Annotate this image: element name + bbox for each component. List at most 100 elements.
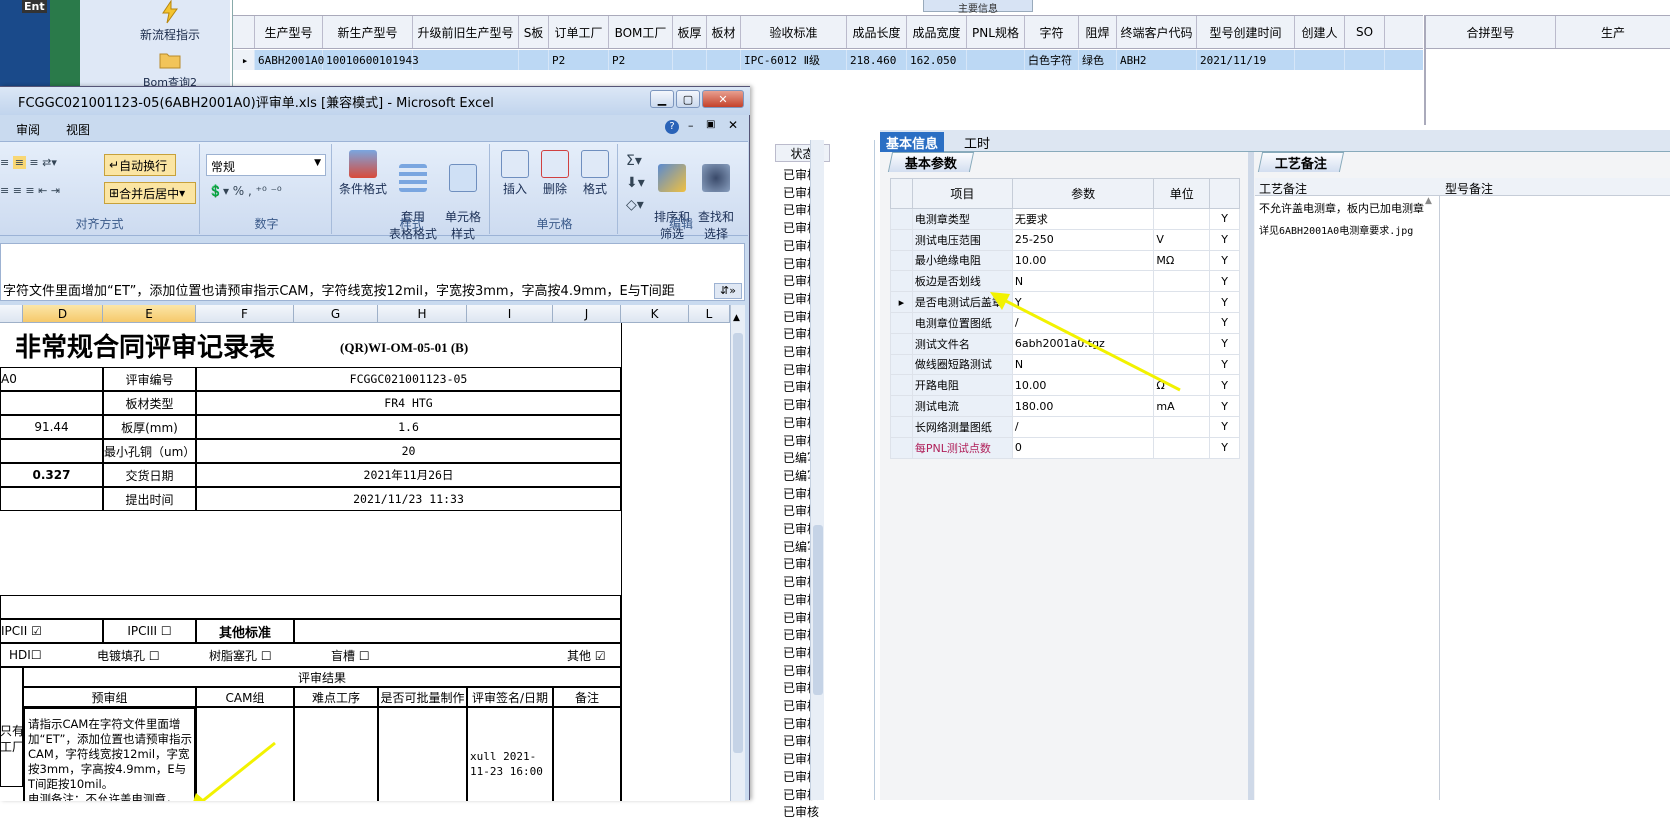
status-scroll-thumb[interactable] bbox=[813, 525, 823, 695]
col-header-l[interactable]: L bbox=[689, 305, 730, 323]
col-length[interactable]: 成品长度 bbox=[847, 16, 907, 48]
sheet-code[interactable]: (QR)WI-OM-05-01 (B) bbox=[340, 337, 520, 359]
ribbon-restore-icon[interactable]: ▣ bbox=[706, 119, 715, 130]
align-top-icons[interactable]: ≡ ≡ ≡ ⇄▾ bbox=[0, 156, 100, 178]
option-plating-fill[interactable]: 电镀填孔 ☐ bbox=[97, 647, 160, 664]
info-label-cell[interactable]: 交货日期 bbox=[103, 463, 196, 487]
cell-bom-factory[interactable]: P2 bbox=[609, 50, 673, 70]
cell-width[interactable]: 162.050 bbox=[907, 50, 967, 70]
option-blind-slot[interactable]: 盲槽 ☐ bbox=[331, 647, 370, 664]
param-value[interactable]: 10.00 bbox=[1011, 249, 1155, 272]
cell-product-no[interactable]: 6ABH2001A0 bbox=[255, 50, 324, 70]
excel-titlebar[interactable]: FCGGC021001123-05(6ABH2001A0)评审单.xls [兼容… bbox=[0, 87, 750, 115]
conditional-format-button[interactable]: 条件格式 bbox=[338, 150, 388, 197]
table-row[interactable]: 每PNL测试点数 0 Y bbox=[890, 436, 1240, 459]
maximize-button[interactable]: ▢ bbox=[676, 90, 700, 108]
grid-splitter[interactable] bbox=[1424, 15, 1426, 125]
col-order-factory[interactable]: 订单工厂 bbox=[549, 16, 609, 48]
col-header-k[interactable]: K bbox=[621, 305, 689, 323]
col-material[interactable]: 板材 bbox=[707, 16, 741, 48]
param-unit[interactable]: MΩ bbox=[1153, 249, 1211, 272]
col-pnl[interactable]: PNL规格 bbox=[967, 16, 1025, 48]
col-header-j[interactable]: J bbox=[553, 305, 621, 323]
info-left-cell[interactable] bbox=[0, 487, 103, 511]
param-flag[interactable]: Y bbox=[1209, 374, 1240, 397]
param-flag[interactable]: Y bbox=[1209, 436, 1240, 459]
result-col-cam[interactable]: CAM组 bbox=[196, 687, 294, 707]
ipc3-cell[interactable]: IPCIII ☐ bbox=[103, 619, 196, 643]
result-col-remark[interactable]: 备注 bbox=[553, 687, 621, 707]
info-value-cell[interactable]: FR4 HTG bbox=[196, 391, 621, 415]
param-flag[interactable]: Y bbox=[1209, 311, 1240, 334]
tab-basic-params[interactable]: 基本参数 bbox=[887, 152, 975, 172]
ribbon-min-icon[interactable]: – bbox=[688, 119, 694, 132]
info-value-cell[interactable]: FCGGC021001123-05 bbox=[196, 367, 621, 391]
info-label-cell[interactable]: 最小孔铜（um） bbox=[103, 439, 196, 463]
param-name[interactable]: 长网络测量图纸 bbox=[911, 415, 1013, 438]
info-label-cell[interactable]: 板厚(mm) bbox=[103, 415, 196, 439]
params-col-item[interactable]: 项目 bbox=[911, 178, 1013, 209]
cell-creator[interactable] bbox=[1295, 50, 1345, 70]
param-flag[interactable]: Y bbox=[1209, 415, 1240, 438]
other-standard-cell[interactable]: 其他标准 bbox=[196, 619, 294, 643]
col-header-d[interactable]: D bbox=[23, 305, 103, 323]
info-label-cell[interactable]: 评审编号 bbox=[103, 367, 196, 391]
process-note-line-1[interactable]: 不允许盖电测章，板内已加电测章 bbox=[1259, 200, 1435, 216]
params-col-value[interactable]: 参数 bbox=[1011, 178, 1155, 209]
mass-cell[interactable] bbox=[378, 707, 467, 801]
info-label-cell[interactable]: 板材类型 bbox=[103, 391, 196, 415]
col-prod[interactable]: 生产 bbox=[1556, 16, 1670, 48]
col-bom-factory[interactable]: BOM工厂 bbox=[609, 16, 673, 48]
result-col-prereview[interactable]: 预审组 bbox=[23, 687, 196, 707]
sheet-scroll-thumb[interactable] bbox=[733, 333, 743, 753]
close-button[interactable]: ✕ bbox=[702, 90, 744, 108]
param-unit[interactable] bbox=[1153, 415, 1211, 438]
cell-customer-code[interactable]: ABH2 bbox=[1117, 50, 1197, 70]
result-col-difficult[interactable]: 难点工序 bbox=[294, 687, 378, 707]
autosum-icons[interactable]: Σ▾ ⬇▾ ◇▾ bbox=[626, 150, 645, 216]
col-header-prev[interactable] bbox=[0, 305, 23, 323]
insert-button[interactable]: 插入 bbox=[496, 150, 534, 197]
number-format-select[interactable]: 常规 ▼ bbox=[206, 154, 326, 176]
formula-bar[interactable]: 字符文件里面增加“ET”，添加位置也请预审指示CAM，字符线宽按12mil，字宽… bbox=[0, 243, 745, 301]
merge-center-button[interactable]: ⊞ 合并后居中 ▾ bbox=[104, 182, 196, 204]
cell-new-product-no[interactable]: 10010600101943 bbox=[323, 50, 419, 70]
col-header-f[interactable]: F bbox=[196, 305, 294, 323]
col-header-h[interactable]: H bbox=[378, 305, 467, 323]
param-flag[interactable]: Y bbox=[1209, 332, 1240, 355]
ipc2-cell[interactable]: IPCII ☑ bbox=[0, 619, 103, 643]
result-col-mass[interactable]: 是否可批量制作 bbox=[378, 687, 467, 707]
info-value-cell[interactable]: 1.6 bbox=[196, 415, 621, 439]
cell-old-product-no[interactable] bbox=[413, 50, 519, 70]
remark-cell[interactable] bbox=[553, 707, 621, 801]
number-format-icons[interactable]: 💲▾ % , ⁺⁰ ⁻⁰ bbox=[208, 184, 282, 198]
cell-char[interactable]: 白色字符 bbox=[1025, 50, 1079, 70]
notes-scroll-up-icon[interactable]: ▲ bbox=[1425, 196, 1437, 216]
wrap-text-button[interactable]: ↵ 自动换行 bbox=[104, 154, 176, 176]
info-label-cell[interactable]: 提出时间 bbox=[103, 487, 196, 511]
col-merge-no[interactable]: 合拼型号 bbox=[1426, 16, 1556, 48]
process-note-line-2[interactable]: 详见6ABH2001A0电测章要求.jpg bbox=[1259, 222, 1435, 237]
option-resin-plug[interactable]: 树脂塞孔 ☐ bbox=[209, 647, 272, 664]
col-acceptance[interactable]: 验收标准 bbox=[741, 16, 847, 48]
cell-length[interactable]: 218.460 bbox=[847, 50, 907, 70]
formula-expand-icon[interactable]: ⇵» bbox=[714, 283, 742, 299]
align-bottom-icons[interactable]: ≡ ≡ ≡ ⇤ ⇥ bbox=[0, 184, 100, 206]
params-col-flag[interactable] bbox=[1209, 178, 1240, 209]
main-info-tab[interactable]: 主要信息 bbox=[923, 0, 1033, 15]
tab-work-hours[interactable]: 工时 bbox=[958, 132, 996, 152]
param-flag[interactable]: Y bbox=[1209, 395, 1240, 417]
cell-so[interactable] bbox=[1345, 50, 1385, 70]
delete-button[interactable]: 删除 bbox=[536, 150, 574, 197]
option-other[interactable]: 其他 ☑ bbox=[567, 647, 606, 664]
cell-solder[interactable]: 绿色 bbox=[1079, 50, 1117, 70]
param-flag[interactable]: Y bbox=[1209, 228, 1240, 251]
param-flag[interactable]: Y bbox=[1209, 291, 1240, 313]
info-left-cell[interactable]: 0.327 bbox=[0, 463, 103, 487]
table-row[interactable]: ▸ 6ABH2001A0 10010600101943 P2 P2 IPC-60… bbox=[233, 50, 1423, 70]
param-unit[interactable] bbox=[1153, 436, 1211, 459]
param-flag[interactable]: Y bbox=[1209, 208, 1240, 230]
cell-acceptance[interactable]: IPC-6012 Ⅱ级 bbox=[741, 50, 847, 70]
cell-order-factory[interactable]: P2 bbox=[549, 50, 609, 70]
info-left-cell[interactable]: A0 bbox=[0, 367, 103, 391]
